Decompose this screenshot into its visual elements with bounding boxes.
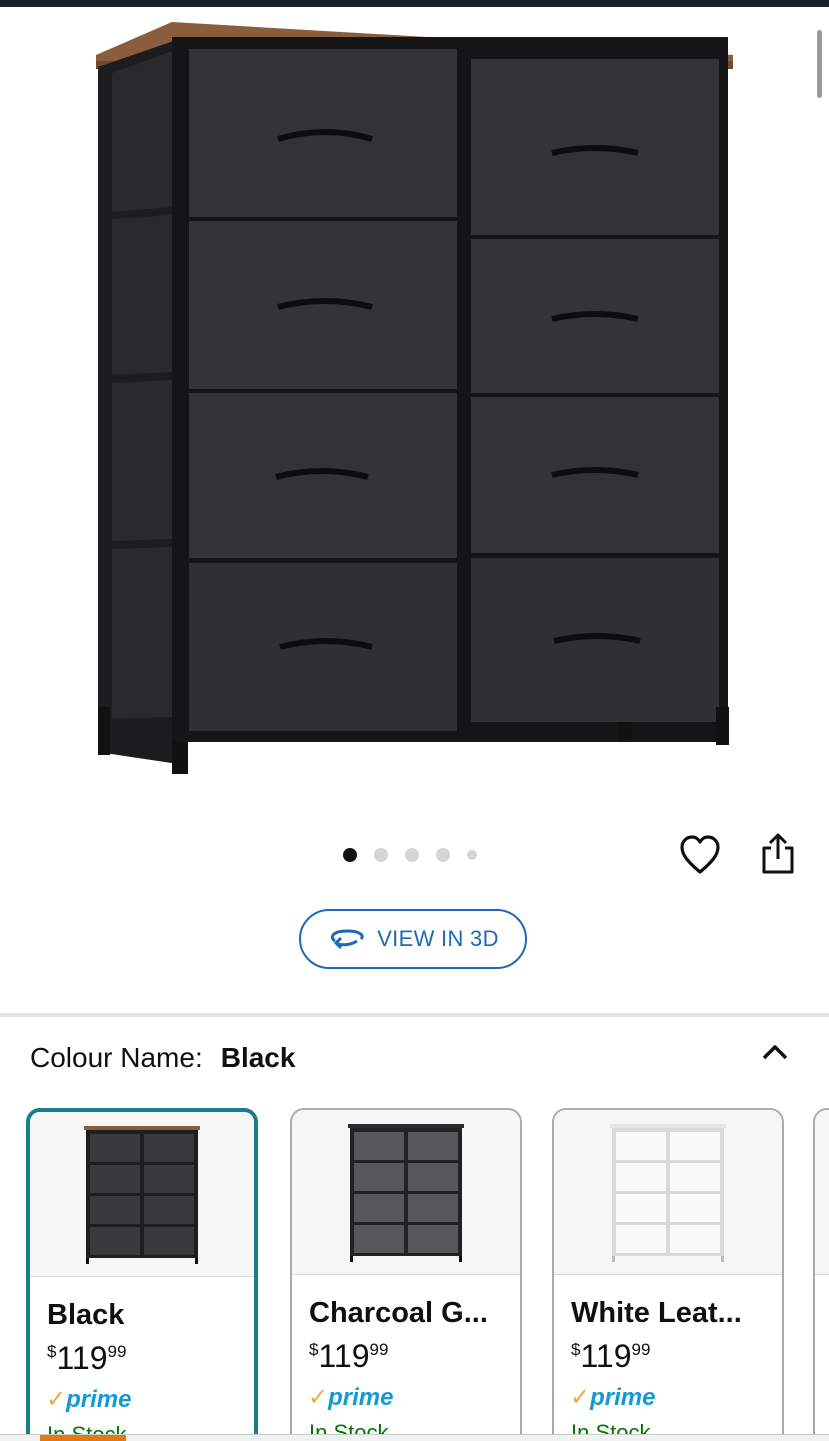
carousel-dot[interactable] — [467, 850, 477, 860]
status-bar — [0, 0, 829, 7]
colour-name-label: Colour Name: — [30, 1042, 203, 1073]
scrollbar-thumb[interactable] — [817, 30, 822, 98]
heart-icon[interactable] — [678, 834, 722, 876]
carousel-dot[interactable] — [343, 848, 357, 862]
swatch-image — [815, 1110, 829, 1275]
swatch-next-partial[interactable] — [813, 1108, 829, 1440]
colour-name-value: Black — [220, 1042, 296, 1073]
product-image-gallery[interactable] — [0, 7, 829, 817]
swatch-price: $11999 — [309, 1338, 389, 1374]
active-tab-indicator — [40, 1435, 126, 1441]
chevron-up-icon[interactable] — [760, 1040, 790, 1064]
carousel-dot[interactable] — [405, 848, 419, 862]
carousel-dot[interactable] — [374, 848, 388, 862]
swatch-price: $11999 — [47, 1340, 127, 1376]
product-image-dresser — [96, 22, 733, 774]
share-icon[interactable] — [758, 832, 800, 876]
prime-badge: ✓prime — [308, 1384, 394, 1411]
view-in-3d-label: VIEW IN 3D — [377, 926, 499, 951]
carousel-dot[interactable] — [436, 848, 450, 862]
view-in-3d-button[interactable]: VIEW IN 3D — [299, 909, 527, 969]
swatch-image — [554, 1110, 782, 1275]
swatch-image — [30, 1112, 254, 1277]
prime-badge: ✓prime — [570, 1384, 656, 1411]
swatch-price: $11999 — [571, 1338, 651, 1374]
section-divider — [0, 1013, 829, 1017]
swatch-image — [292, 1110, 520, 1275]
swatch-name: Black — [47, 1299, 125, 1331]
rotate-3d-icon — [331, 929, 364, 950]
swatch-white-leather[interactable]: White Leat... $11999 ✓prime In Stock — [552, 1108, 784, 1440]
swatch-name: White Leat... — [571, 1297, 742, 1329]
colour-swatch-list[interactable]: Black $11999 ✓prime In Stock Charcoal G.… — [0, 1104, 829, 1440]
swatch-name: Charcoal G... — [309, 1297, 488, 1329]
swatch-charcoal-grey[interactable]: Charcoal G... $11999 ✓prime In Stock — [290, 1108, 522, 1440]
swatch-black[interactable]: Black $11999 ✓prime In Stock — [26, 1108, 258, 1440]
carousel-dots[interactable] — [343, 846, 494, 864]
prime-badge: ✓prime — [46, 1386, 132, 1413]
colour-name-row: Colour Name: Black — [30, 1042, 295, 1074]
